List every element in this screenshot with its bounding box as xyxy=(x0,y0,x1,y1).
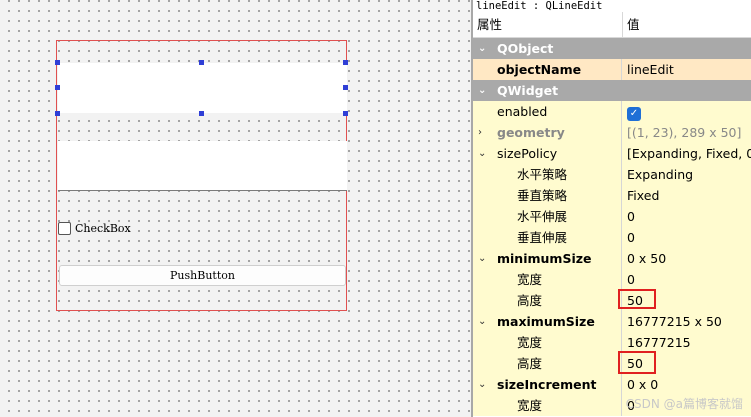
property-value[interactable]: [(1, 23), 289 x 50] xyxy=(623,122,751,143)
property-value[interactable]: lineEdit xyxy=(623,59,751,80)
category-label: QObject xyxy=(497,41,554,56)
property-label: objectName xyxy=(497,62,582,77)
highlight-box-max-height xyxy=(618,351,656,374)
category-label: QWidget xyxy=(497,83,559,98)
resize-handle-left[interactable] xyxy=(55,85,60,90)
header-value[interactable]: 值 xyxy=(623,12,640,38)
chevron-down-icon[interactable]: ⌄ xyxy=(478,143,486,164)
chevron-down-icon[interactable]: ⌄ xyxy=(478,38,486,59)
resize-handle-bottom-right[interactable] xyxy=(343,111,348,116)
property-row-max-height[interactable]: 高度 50 xyxy=(473,353,751,374)
property-label: sizeIncrement xyxy=(497,377,597,392)
checkbox-label: CheckBox xyxy=(75,221,131,235)
property-label: 垂直伸展 xyxy=(517,230,568,245)
property-row-min-height[interactable]: 高度 50 xyxy=(473,290,751,311)
category-qobject[interactable]: ⌄ QObject xyxy=(473,38,751,59)
property-label: minimumSize xyxy=(497,251,592,266)
property-label: sizePolicy xyxy=(497,146,558,161)
checkmark-icon[interactable]: ✓ xyxy=(627,107,641,121)
line-edit-2[interactable] xyxy=(58,141,347,191)
property-row-hstretch[interactable]: 水平伸展 0 xyxy=(473,206,751,227)
category-qwidget[interactable]: ⌄ QWidget xyxy=(473,80,751,101)
property-label: maximumSize xyxy=(497,314,595,329)
resize-handle-bottom-left[interactable] xyxy=(55,111,60,116)
property-value[interactable]: [Expanding, Fixed, 0, 0] xyxy=(623,143,751,164)
property-label: 水平伸展 xyxy=(517,209,568,224)
property-label: geometry xyxy=(497,125,565,140)
property-value[interactable]: 0 xyxy=(623,269,751,290)
property-label: 宽度 xyxy=(517,398,543,413)
property-label: 高度 xyxy=(517,293,543,308)
chevron-down-icon[interactable]: ⌄ xyxy=(478,248,486,269)
chevron-down-icon[interactable]: ⌄ xyxy=(478,311,486,332)
property-label: 垂直策略 xyxy=(517,188,568,203)
property-value[interactable]: 0 xyxy=(623,206,751,227)
header-property[interactable]: 属性 xyxy=(473,12,502,38)
property-value[interactable]: 0 xyxy=(623,227,751,248)
property-row-minimumsize[interactable]: ⌄ minimumSize 0 x 50 xyxy=(473,248,751,269)
watermark: CSDN @a篇博客就馏 xyxy=(625,397,743,411)
property-value[interactable]: Expanding xyxy=(623,164,751,185)
property-row-vstretch[interactable]: 垂直伸展 0 xyxy=(473,227,751,248)
property-label: enabled xyxy=(497,104,548,119)
property-value[interactable]: Fixed xyxy=(623,185,751,206)
highlight-box-min-height xyxy=(618,289,656,309)
property-label: 宽度 xyxy=(517,335,543,350)
chevron-right-icon[interactable]: › xyxy=(478,122,482,143)
property-row-hpolicy[interactable]: 水平策略 Expanding xyxy=(473,164,751,185)
form-widget[interactable]: CheckBox PushButton xyxy=(55,40,348,311)
resize-handle-top[interactable] xyxy=(199,60,204,65)
property-value[interactable]: 0 x 50 xyxy=(623,248,751,269)
property-label: 水平策略 xyxy=(517,167,568,182)
panel-title: lineEdit : QLineEdit xyxy=(476,0,603,12)
property-value[interactable]: 16777215 x 50 xyxy=(623,311,751,332)
line-edit-selected[interactable] xyxy=(58,63,347,113)
property-label: 高度 xyxy=(517,356,543,371)
chevron-down-icon[interactable]: ⌄ xyxy=(478,80,486,101)
resize-handle-top-right[interactable] xyxy=(343,60,348,65)
checkbox-box[interactable] xyxy=(58,221,71,235)
property-value[interactable]: 16777215 xyxy=(623,332,751,353)
property-label: 宽度 xyxy=(517,272,543,287)
property-row-enabled[interactable]: enabled ✓ xyxy=(473,101,751,122)
property-value[interactable]: 0 x 0 xyxy=(623,374,751,395)
chevron-down-icon[interactable]: ⌄ xyxy=(478,374,486,395)
checkbox[interactable]: CheckBox xyxy=(58,220,131,236)
property-row-sizeincrement[interactable]: ⌄ sizeIncrement 0 x 0 xyxy=(473,374,751,395)
designer-canvas[interactable]: CheckBox PushButton xyxy=(0,0,471,417)
resize-handle-top-left[interactable] xyxy=(55,60,60,65)
resize-handle-bottom[interactable] xyxy=(199,111,204,116)
property-row-objectname[interactable]: objectName lineEdit xyxy=(473,59,751,80)
property-row-vpolicy[interactable]: 垂直策略 Fixed xyxy=(473,185,751,206)
property-row-min-width[interactable]: 宽度 0 xyxy=(473,269,751,290)
resize-handle-right[interactable] xyxy=(343,85,348,90)
property-row-max-width[interactable]: 宽度 16777215 xyxy=(473,332,751,353)
property-row-sizepolicy[interactable]: ⌄ sizePolicy [Expanding, Fixed, 0, 0] xyxy=(473,143,751,164)
property-table-header: 属性 值 xyxy=(473,12,751,38)
property-row-maximumsize[interactable]: ⌄ maximumSize 16777215 x 50 xyxy=(473,311,751,332)
push-button[interactable]: PushButton xyxy=(59,265,346,286)
property-row-geometry[interactable]: › geometry [(1, 23), 289 x 50] xyxy=(473,122,751,143)
property-editor: lineEdit : QLineEdit 属性 值 ⌄ QObject objec… xyxy=(471,0,751,417)
